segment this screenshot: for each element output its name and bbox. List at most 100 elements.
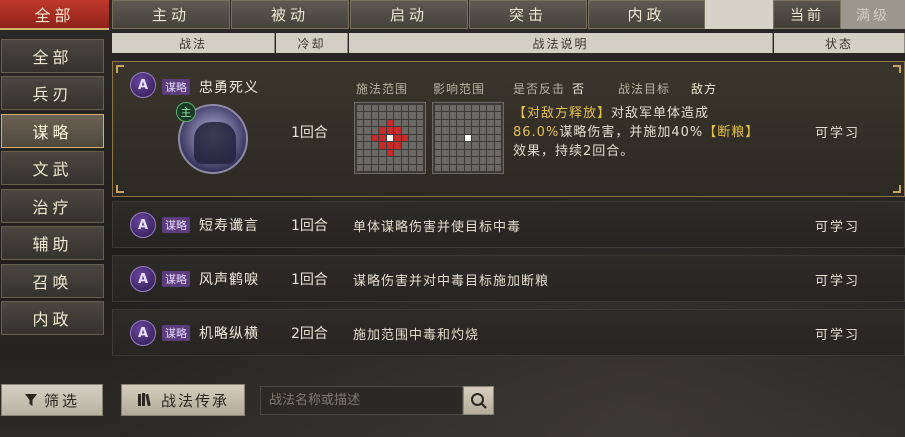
range-cell <box>409 105 416 112</box>
range-cell <box>435 119 442 127</box>
sidebar-item-internal[interactable]: 内政 <box>1 301 104 335</box>
level-toggle[interactable]: 当前 满级 <box>773 0 905 29</box>
cast-range-label: 施法范围 <box>356 82 409 96</box>
range-cell <box>464 149 472 157</box>
sidebar-item-heal[interactable]: 治疗 <box>1 189 104 223</box>
toggle-max-level[interactable]: 满级 <box>841 0 905 29</box>
effect-range-grid <box>432 102 504 174</box>
range-cell <box>464 112 472 119</box>
range-cell <box>416 157 423 164</box>
corner-ornament <box>116 65 124 73</box>
desc-highlight-percent: 86.0% <box>513 125 560 140</box>
skill-inherit-button[interactable]: 战法传承 <box>121 384 245 416</box>
range-cell <box>386 127 394 134</box>
range-cell <box>449 164 457 171</box>
tab-spacer <box>705 0 773 29</box>
range-cell <box>435 105 442 112</box>
range-cell <box>457 149 464 157</box>
range-cell <box>487 134 494 142</box>
funnel-icon <box>24 394 37 406</box>
search-input[interactable] <box>260 386 463 415</box>
range-cell <box>487 164 494 171</box>
range-cell <box>457 119 464 127</box>
desc-highlight-effect[interactable]: 【断粮】 <box>703 125 759 140</box>
range-cell <box>386 134 394 142</box>
range-cell <box>364 142 371 149</box>
range-cell <box>379 127 386 134</box>
range-cell <box>464 105 472 112</box>
range-cell <box>494 134 501 142</box>
skill-description: 单体谋略伤害并使目标中毒 <box>353 220 522 235</box>
tab-all[interactable]: 全部 <box>0 0 109 30</box>
tab-internal[interactable]: 内政 <box>588 0 705 29</box>
range-cell <box>472 119 479 127</box>
range-cell <box>364 105 371 112</box>
sidebar-item-summon[interactable]: 召唤 <box>1 264 104 298</box>
skill-name: 短寿谶言 <box>199 218 259 234</box>
range-cell <box>357 105 364 112</box>
skill-description-line-3: 效果，持续2回合。 <box>513 144 635 159</box>
sidebar-item-strategy[interactable]: 谋略 <box>1 114 104 148</box>
tab-assault[interactable]: 突击 <box>469 0 587 29</box>
range-cell <box>472 142 479 149</box>
range-cell <box>357 127 364 134</box>
range-cell <box>386 164 394 171</box>
range-cell <box>472 105 479 112</box>
tab-active[interactable]: 主动 <box>112 0 230 29</box>
range-cell <box>416 149 423 157</box>
grade-a-icon: A <box>130 266 156 292</box>
range-cell <box>479 112 487 119</box>
range-cell <box>457 164 464 171</box>
tab-launch[interactable]: 启动 <box>350 0 468 29</box>
range-cell <box>479 134 487 142</box>
grade-a-icon: A <box>130 320 156 346</box>
range-cell <box>371 105 379 112</box>
range-cell <box>364 119 371 127</box>
column-header-cooldown: 冷却 <box>276 33 348 53</box>
range-cell <box>409 127 416 134</box>
range-cell <box>364 164 371 171</box>
range-cell <box>435 142 442 149</box>
table-header: 战法 冷却 战法说明 状态 <box>112 33 905 53</box>
range-cell <box>357 119 364 127</box>
range-cell <box>401 119 409 127</box>
tab-passive[interactable]: 被动 <box>231 0 349 29</box>
range-cell <box>479 119 487 127</box>
skill-row-expanded[interactable]: A 谋略 忠勇死义 主 1回合 施法范围 影响范围 是否反击 否 战法目标 敌方… <box>112 61 905 197</box>
toggle-current[interactable]: 当前 <box>773 0 841 29</box>
range-cell <box>394 127 401 134</box>
search-button[interactable] <box>463 386 494 415</box>
range-cell <box>416 127 423 134</box>
strategy-tag: 谋略 <box>162 217 190 233</box>
range-cell <box>416 164 423 171</box>
range-cell <box>464 164 472 171</box>
desc-text: 谋略伤害，并施加40% <box>559 125 704 140</box>
range-cell <box>401 157 409 164</box>
filter-button[interactable]: 筛选 <box>1 384 103 416</box>
skill-row[interactable]: A 谋略 机略纵横 2回合 施加范围中毒和灼烧 可学习 <box>112 309 905 356</box>
sidebar-item-all[interactable]: 全部 <box>1 39 104 73</box>
range-cell <box>379 105 386 112</box>
range-cell <box>371 119 379 127</box>
range-cell <box>357 157 364 164</box>
skill-cooldown: 2回合 <box>291 326 328 342</box>
sidebar-item-blade[interactable]: 兵刃 <box>1 76 104 110</box>
range-cell <box>401 164 409 171</box>
strategy-tag: 谋略 <box>162 325 190 341</box>
sidebar-item-assist[interactable]: 辅助 <box>1 226 104 260</box>
range-cell <box>472 164 479 171</box>
range-cell <box>449 112 457 119</box>
sidebar-item-civil-military[interactable]: 文武 <box>1 151 104 185</box>
range-cell <box>442 134 449 142</box>
range-cell <box>494 105 501 112</box>
range-cell <box>494 149 501 157</box>
range-cell <box>457 157 464 164</box>
skill-row[interactable]: A 谋略 短寿谶言 1回合 单体谋略伤害并使目标中毒 可学习 <box>112 201 905 248</box>
range-cell <box>494 127 501 134</box>
range-cell <box>357 149 364 157</box>
range-cell <box>394 142 401 149</box>
range-cell <box>357 142 364 149</box>
range-cell <box>442 119 449 127</box>
skill-row[interactable]: A 谋略 风声鹤唳 1回合 谋略伤害并对中毒目标施加断粮 可学习 <box>112 255 905 302</box>
range-cell <box>371 112 379 119</box>
